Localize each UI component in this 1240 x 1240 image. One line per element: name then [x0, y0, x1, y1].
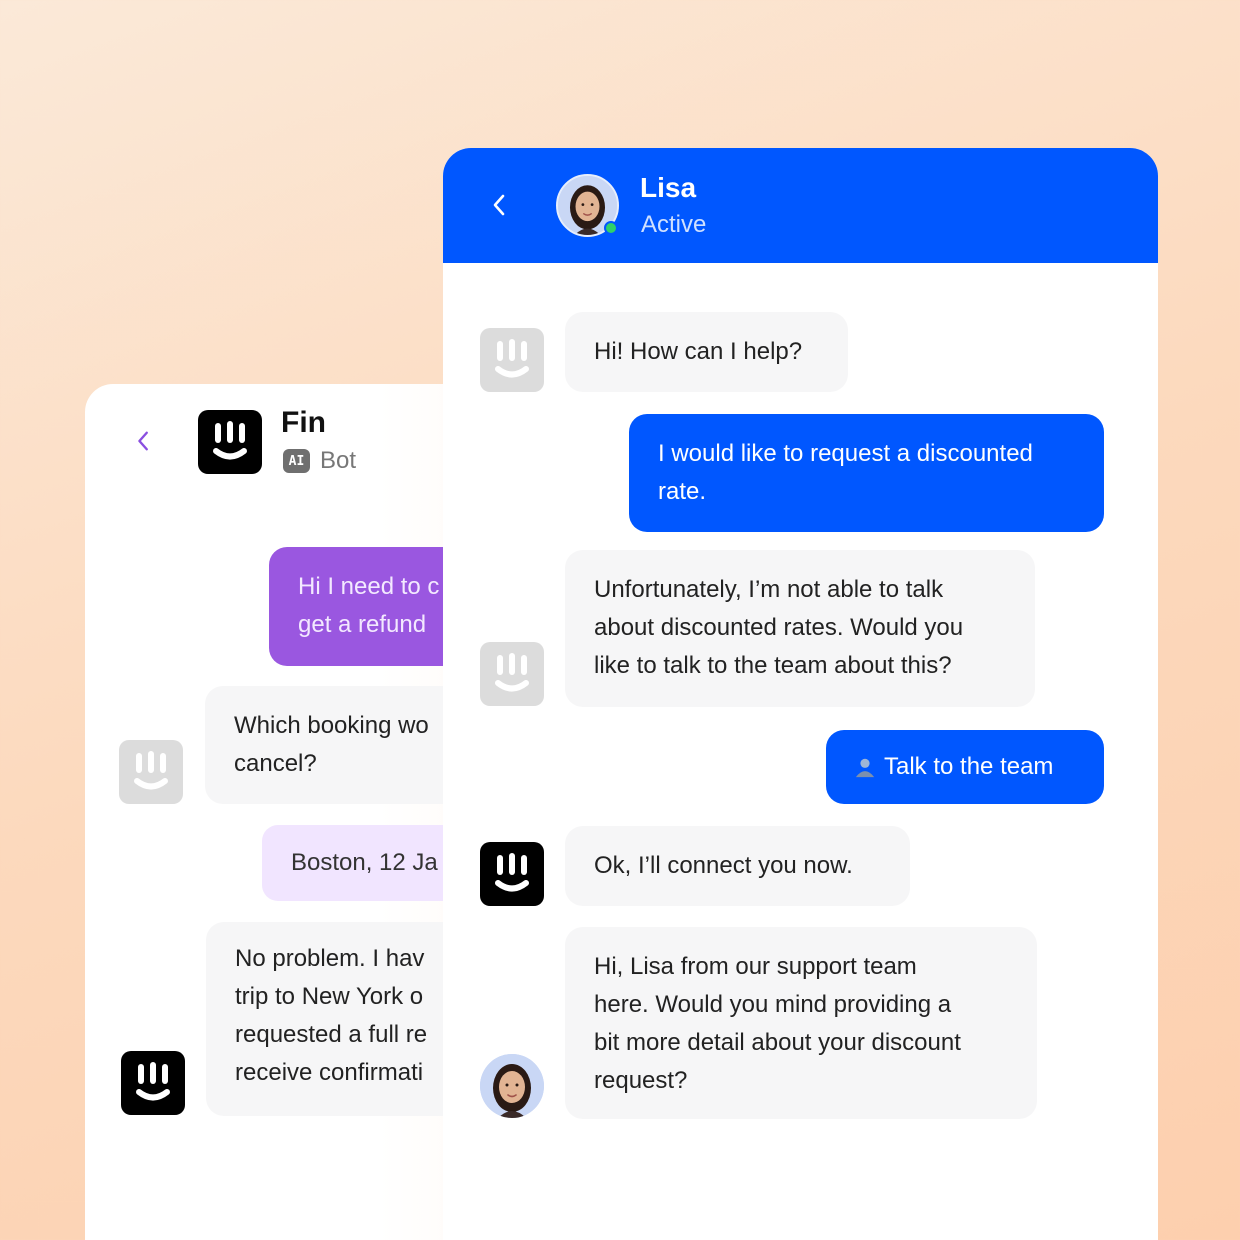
message-line: receive confirmati [235, 1059, 424, 1086]
bot-message: Unfortunately, I’m not able to talk abou… [565, 550, 1035, 707]
person-icon [855, 758, 875, 778]
fin-bot-message: Which booking wo cancel? [205, 686, 445, 804]
bot-avatar [480, 842, 544, 906]
fin-bot-avatar [121, 1051, 185, 1115]
bot-message: Ok, I’ll connect you now. [565, 826, 910, 906]
fin-logo-icon [198, 410, 262, 474]
talk-to-team-label: Talk to the team [884, 753, 1054, 780]
message-line: trip to New York o [235, 983, 424, 1010]
fin-name: Fin [281, 406, 326, 439]
message-line: Unfortunately, I’m not able to talk [594, 576, 944, 603]
message-line: Hi, Lisa from our support team [594, 953, 917, 980]
online-dot-icon [604, 221, 618, 235]
fin-subtitle: AI Bot [283, 447, 356, 475]
talk-to-team-button[interactable]: Talk to the team [826, 730, 1104, 804]
fin-bot-avatar [119, 740, 183, 804]
fin-chat-window: Fin AI Bot Hi I need to c get a refund W… [85, 384, 505, 1240]
ai-badge: AI [283, 449, 310, 473]
fin-bot-message: No problem. I hav trip to New York o req… [206, 922, 466, 1116]
bot-avatar [480, 642, 544, 706]
user-message: I would like to request a discounted rat… [629, 414, 1104, 532]
chevron-left-icon[interactable] [488, 193, 512, 217]
message-line: cancel? [234, 750, 317, 777]
fin-role: Bot [320, 447, 357, 474]
chevron-left-icon[interactable] [133, 430, 155, 452]
chat-header: Lisa Active [443, 148, 1158, 263]
message-line: rate. [658, 478, 707, 505]
message-line: request? [594, 1067, 688, 1094]
fin-option-chip[interactable]: Boston, 12 Ja [262, 825, 452, 901]
message-line: here. Would you mind providing a [594, 991, 952, 1018]
bot-message: Hi! How can I help? [565, 312, 848, 392]
agent-status: Active [641, 211, 707, 238]
message-line: bit more detail about your discount [594, 1029, 961, 1056]
message-line: I would like to request a discounted [658, 440, 1033, 467]
message-line: Which booking wo [234, 712, 429, 739]
agent-name: Lisa [640, 172, 697, 203]
lisa-avatar [480, 1054, 544, 1118]
message-line: requested a full re [235, 1021, 428, 1048]
bot-avatar [480, 328, 544, 392]
lisa-chat-window: Lisa Active Hi! How can I help? I would … [443, 148, 1158, 1240]
agent-message: Hi, Lisa from our support team here. Wou… [565, 927, 1037, 1119]
message-line: about discounted rates. Would you [594, 614, 964, 641]
message-line: like to talk to the team about this? [594, 652, 952, 679]
message-line: No problem. I hav [235, 945, 425, 972]
message-line: Boston, 12 Ja [291, 849, 438, 876]
